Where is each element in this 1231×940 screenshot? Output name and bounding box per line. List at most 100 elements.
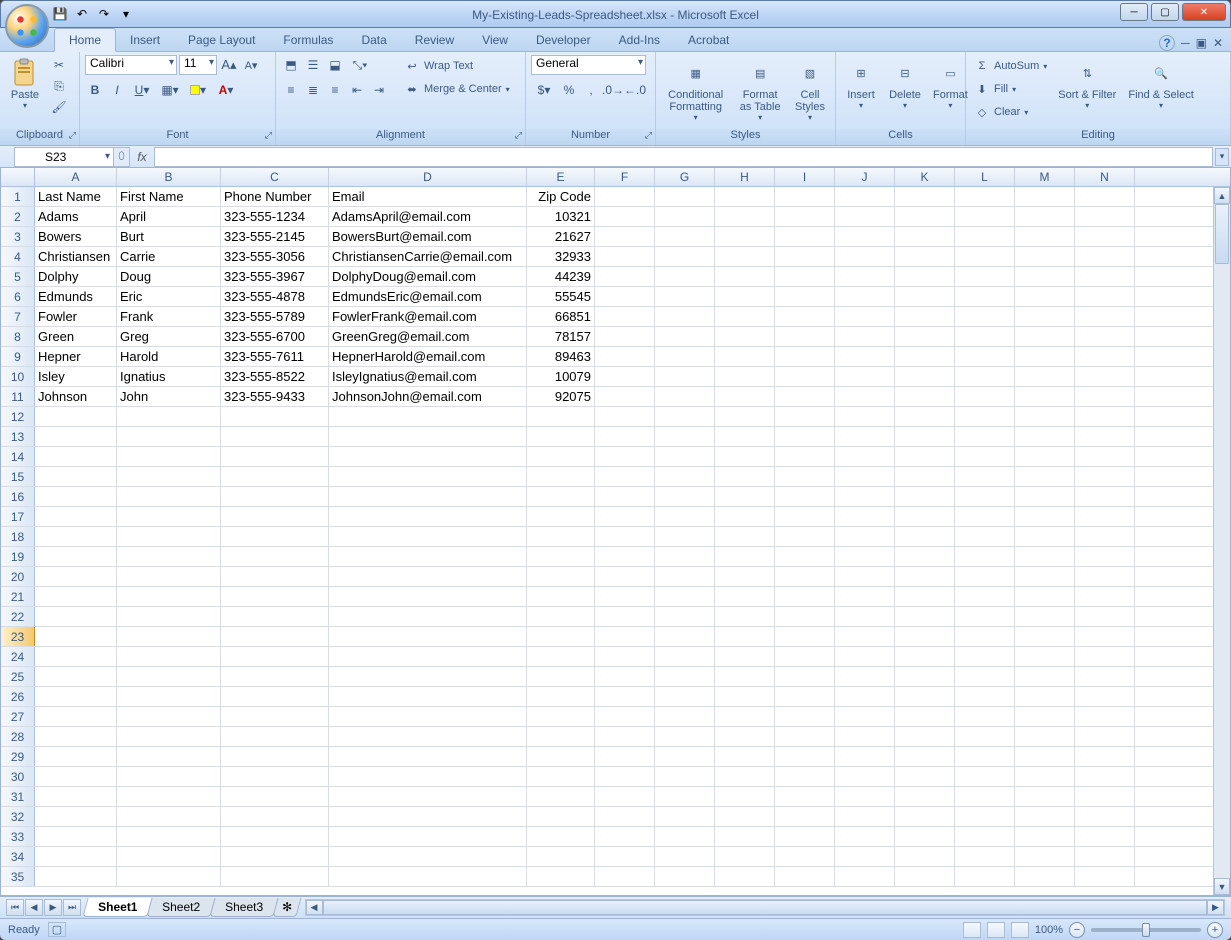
normal-view-button[interactable] bbox=[963, 922, 981, 938]
cell[interactable] bbox=[835, 387, 895, 406]
cell[interactable] bbox=[595, 827, 655, 846]
cell[interactable] bbox=[35, 707, 117, 726]
cell[interactable] bbox=[35, 507, 117, 526]
cell[interactable] bbox=[1015, 327, 1075, 346]
cell[interactable]: Doug bbox=[117, 267, 221, 286]
cell[interactable] bbox=[1075, 827, 1135, 846]
cell[interactable] bbox=[117, 567, 221, 586]
cell[interactable] bbox=[1075, 527, 1135, 546]
cell[interactable] bbox=[835, 727, 895, 746]
cell[interactable] bbox=[715, 267, 775, 286]
cell[interactable]: Bowers bbox=[35, 227, 117, 246]
cell[interactable]: April bbox=[117, 207, 221, 226]
cell[interactable] bbox=[1015, 687, 1075, 706]
cell[interactable] bbox=[955, 227, 1015, 246]
cell[interactable] bbox=[595, 187, 655, 206]
cell[interactable] bbox=[775, 607, 835, 626]
cell[interactable] bbox=[775, 487, 835, 506]
cell[interactable] bbox=[835, 447, 895, 466]
cell[interactable] bbox=[329, 867, 527, 886]
cell[interactable] bbox=[527, 867, 595, 886]
cell[interactable]: Email bbox=[329, 187, 527, 206]
grow-font-button[interactable]: A▴ bbox=[219, 55, 239, 75]
cell[interactable] bbox=[775, 707, 835, 726]
cell[interactable] bbox=[329, 507, 527, 526]
cell[interactable] bbox=[715, 567, 775, 586]
cell[interactable] bbox=[655, 647, 715, 666]
cell[interactable] bbox=[835, 427, 895, 446]
cell[interactable] bbox=[715, 847, 775, 866]
cell[interactable] bbox=[835, 407, 895, 426]
cell[interactable] bbox=[329, 547, 527, 566]
select-all-corner[interactable] bbox=[1, 168, 35, 186]
cell[interactable] bbox=[117, 767, 221, 786]
cell[interactable] bbox=[775, 247, 835, 266]
cell[interactable] bbox=[655, 427, 715, 446]
cell[interactable]: FowlerFrank@email.com bbox=[329, 307, 527, 326]
cell[interactable] bbox=[1075, 847, 1135, 866]
cell[interactable] bbox=[117, 807, 221, 826]
cell[interactable] bbox=[1015, 647, 1075, 666]
cell[interactable] bbox=[895, 767, 955, 786]
align-right-button[interactable]: ≡ bbox=[325, 80, 345, 100]
ribbon-tab-page-layout[interactable]: Page Layout bbox=[174, 29, 269, 51]
row-header[interactable]: 34 bbox=[1, 847, 35, 866]
row-header[interactable]: 23 bbox=[1, 627, 35, 646]
column-header-I[interactable]: I bbox=[775, 168, 835, 186]
cell[interactable] bbox=[955, 267, 1015, 286]
cell[interactable] bbox=[117, 447, 221, 466]
cell[interactable] bbox=[895, 327, 955, 346]
cell[interactable]: 323-555-9433 bbox=[221, 387, 329, 406]
cell[interactable] bbox=[527, 547, 595, 566]
cell[interactable] bbox=[775, 287, 835, 306]
cell[interactable] bbox=[1075, 427, 1135, 446]
cell[interactable] bbox=[775, 767, 835, 786]
row-header[interactable]: 6 bbox=[1, 287, 35, 306]
delete-cells-button[interactable]: ⊟Delete▾ bbox=[885, 55, 925, 112]
row-header[interactable]: 1 bbox=[1, 187, 35, 206]
cell[interactable] bbox=[527, 447, 595, 466]
cell[interactable] bbox=[221, 707, 329, 726]
cell[interactable] bbox=[835, 607, 895, 626]
underline-button[interactable]: U▾ bbox=[129, 80, 155, 100]
cell[interactable] bbox=[329, 587, 527, 606]
cell[interactable] bbox=[1015, 787, 1075, 806]
cell[interactable] bbox=[117, 527, 221, 546]
cell[interactable]: Johnson bbox=[35, 387, 117, 406]
cell[interactable] bbox=[955, 547, 1015, 566]
cell[interactable] bbox=[895, 687, 955, 706]
cell[interactable] bbox=[527, 507, 595, 526]
cell[interactable] bbox=[595, 567, 655, 586]
cell[interactable] bbox=[595, 487, 655, 506]
cell[interactable] bbox=[895, 427, 955, 446]
cell[interactable] bbox=[595, 307, 655, 326]
cell[interactable] bbox=[1015, 767, 1075, 786]
cell[interactable] bbox=[835, 287, 895, 306]
name-box-dropdown[interactable]: ⬯ bbox=[114, 147, 130, 167]
cell[interactable] bbox=[955, 427, 1015, 446]
cell[interactable] bbox=[775, 547, 835, 566]
cell[interactable] bbox=[895, 787, 955, 806]
cell[interactable] bbox=[1015, 307, 1075, 326]
cell[interactable] bbox=[655, 467, 715, 486]
cell[interactable]: First Name bbox=[117, 187, 221, 206]
scroll-thumb[interactable] bbox=[1215, 204, 1229, 264]
cell[interactable] bbox=[595, 327, 655, 346]
cell[interactable] bbox=[329, 767, 527, 786]
cell[interactable] bbox=[775, 587, 835, 606]
prev-sheet-button[interactable]: ◀ bbox=[25, 899, 43, 916]
cell[interactable] bbox=[35, 827, 117, 846]
cell[interactable] bbox=[117, 587, 221, 606]
cell[interactable] bbox=[895, 287, 955, 306]
cell[interactable] bbox=[527, 827, 595, 846]
cell[interactable] bbox=[221, 647, 329, 666]
cell[interactable] bbox=[835, 267, 895, 286]
cell[interactable] bbox=[1075, 487, 1135, 506]
cell[interactable] bbox=[527, 807, 595, 826]
cell[interactable] bbox=[1075, 787, 1135, 806]
cell[interactable] bbox=[895, 207, 955, 226]
row-header[interactable]: 3 bbox=[1, 227, 35, 246]
cell[interactable] bbox=[35, 787, 117, 806]
cell[interactable] bbox=[955, 407, 1015, 426]
name-box[interactable]: S23 bbox=[14, 147, 114, 167]
